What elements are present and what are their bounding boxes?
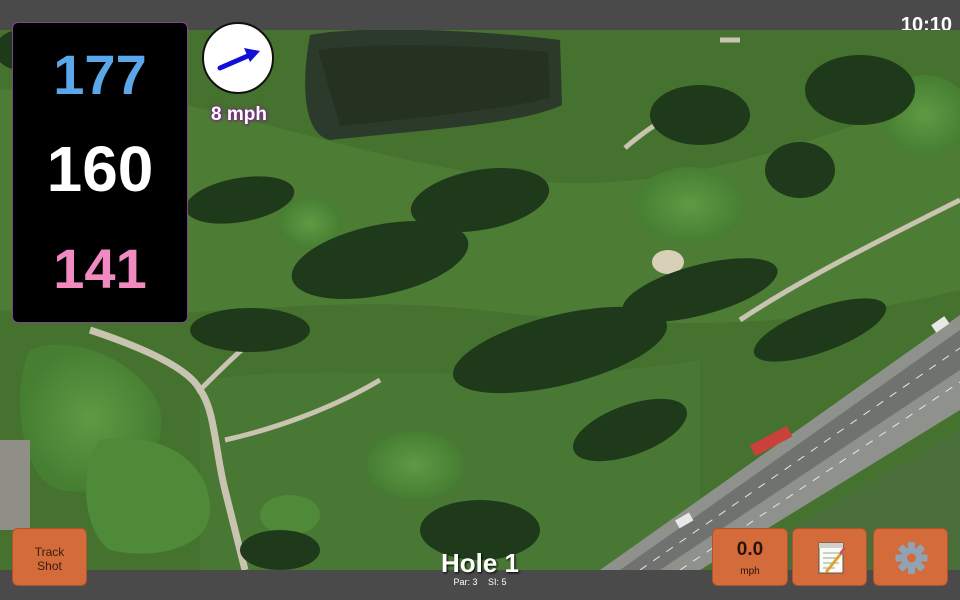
- gear-icon: [895, 542, 928, 574]
- wind-indicator: [202, 22, 274, 94]
- si-label: SI: 5: [488, 577, 507, 587]
- wind-speed-label: 8 mph: [211, 104, 267, 125]
- track-shot-label-line1: Track: [34, 545, 65, 559]
- par-label: Par: 3: [453, 577, 478, 587]
- settings-button[interactable]: [873, 528, 948, 586]
- front-distance: 141: [53, 237, 147, 300]
- wind-arrow-icon: [217, 48, 260, 71]
- speed-button[interactable]: 0.0 mph: [712, 528, 788, 586]
- speed-value: 0.0: [736, 539, 764, 560]
- track-shot-button[interactable]: Track Shot: [12, 528, 87, 586]
- notepad-icon: [818, 542, 846, 574]
- track-shot-label-line2: Shot: [37, 559, 62, 573]
- hole-info: Par: 3 SI: 5: [380, 577, 580, 587]
- notes-button[interactable]: [792, 528, 867, 586]
- center-distance: 160: [46, 133, 154, 205]
- speed-unit: mph: [740, 566, 760, 577]
- distance-panel: 177 160 141: [12, 22, 188, 323]
- back-distance: 177: [53, 43, 147, 106]
- hole-title: Hole 1: [440, 548, 520, 578]
